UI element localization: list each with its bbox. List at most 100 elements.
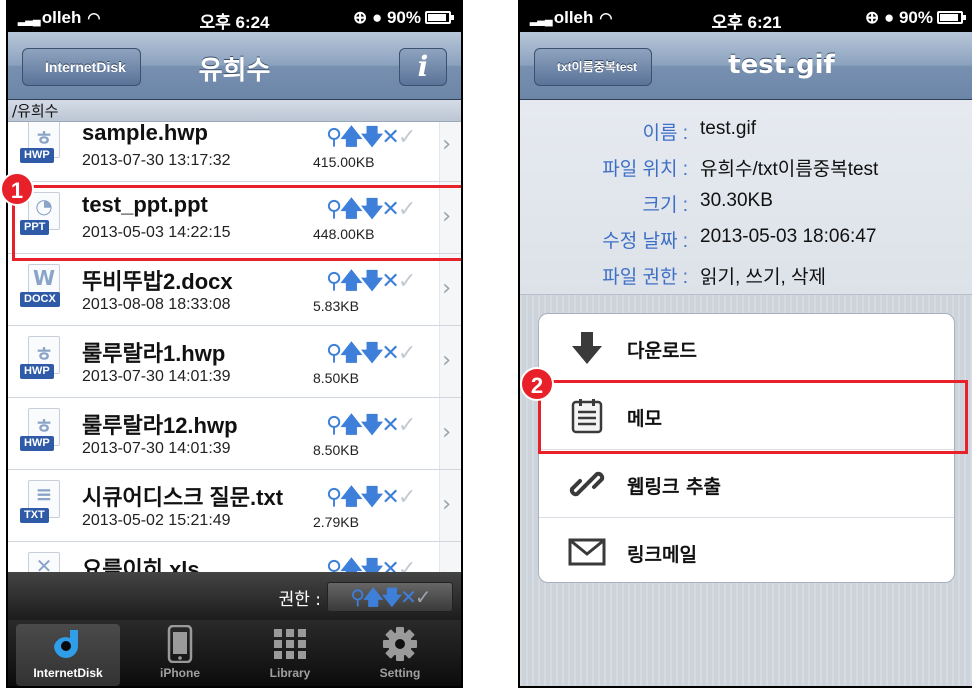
file-info-panel: 이름 : test.gif 파일 위치 : 유희수/txt이름중복test 크기 : 30… <box>520 100 972 295</box>
action-item-link[interactable]: 웹링크 추출 <box>539 450 954 518</box>
file-name: sample.hwp <box>82 122 208 145</box>
file-type-badge: HWP <box>20 148 54 163</box>
link-icon <box>567 464 607 504</box>
file-row[interactable]: ㅎ HWP 룰루랄라1.hwp 2013-07-30 14:01:39 8.50KB ⚲🡅… <box>8 326 461 398</box>
tab-label: Library <box>269 666 311 680</box>
file-permissions: ⚲🡅🡇✕✓ <box>326 264 416 302</box>
download-icon: 🡇 <box>360 341 384 366</box>
library-tab-icon <box>238 624 342 664</box>
download-icon: 🡇 <box>360 413 384 438</box>
view-icon: ⚲ <box>326 557 342 572</box>
upload-icon: 🡅 <box>340 197 363 222</box>
upload-permission-icon: 🡅 <box>363 585 384 609</box>
hwp-file-icon: ㅎ HWP <box>20 336 66 388</box>
chevron-right-icon: › <box>442 132 451 157</box>
internetdisk-tab-icon <box>16 624 120 664</box>
check-icon: ✓ <box>397 341 416 366</box>
upload-icon: 🡅 <box>340 557 363 572</box>
left-phone-screen: ▂▃▄ olleh ◠ 오후 6:24 ⊕ ● 90% InternetDisk 유… <box>6 0 463 688</box>
file-date: 2013-07-30 14:01:39 <box>82 440 231 457</box>
info-value: 읽기, 쓰기, 삭제 <box>700 267 826 288</box>
download-icon: 🡇 <box>360 125 384 150</box>
tab-iphone[interactable]: iPhone <box>128 624 232 686</box>
file-date: 2013-05-03 14:22:15 <box>82 224 231 241</box>
file-permissions: ⚲🡅🡇✕✓ <box>326 122 416 158</box>
info-key: 파일 위치 : <box>602 159 688 180</box>
file-row[interactable]: ≡ TXT 시큐어디스크 질문.txt 2013-05-02 15:21:49 2.79… <box>8 470 461 542</box>
delete-icon: ✕ <box>381 485 399 510</box>
delete-icon: ✕ <box>381 197 399 222</box>
status-right: ⊕ ● 90% <box>864 8 966 28</box>
gear-icon <box>348 624 452 664</box>
info-key: 파일 권한 : <box>602 267 688 288</box>
file-name: 요를이히.xls <box>82 557 200 572</box>
page-title: test.gif <box>728 50 835 80</box>
file-permissions: ⚲🡅🡇✕✓ <box>326 408 416 446</box>
download-permission-icon: 🡇 <box>381 585 403 609</box>
chevron-right-icon: › <box>442 420 451 445</box>
delete-icon: ✕ <box>381 413 399 438</box>
check-permission-icon: ✓ <box>414 585 432 609</box>
info-value: 유희수/txt이름중복test <box>700 159 879 180</box>
file-glyph: ≡ <box>35 482 53 506</box>
file-date: 2013-07-30 14:01:39 <box>82 368 231 385</box>
permission-label: 권한 : <box>278 590 321 610</box>
delete-icon: ✕ <box>381 341 399 366</box>
nav-bar: InternetDisk 유희수 i <box>8 32 461 100</box>
permission-indicator: ⚲🡅🡇✕✓ <box>327 582 453 612</box>
check-icon: ✓ <box>397 269 416 294</box>
file-row[interactable]: ㅎ HWP sample.hwp 2013-07-30 13:17:32 415.00K… <box>8 122 461 182</box>
info-key: 이름 : <box>642 123 688 144</box>
memo-icon <box>567 396 607 436</box>
file-name: 시큐어디스크 질문.txt <box>82 485 284 510</box>
upload-icon: 🡅 <box>340 341 363 366</box>
file-permissions: ⚲🡅🡇✕✓ <box>326 192 416 230</box>
battery-percent: 90% <box>386 8 421 27</box>
file-row[interactable]: ㅎ HWP 룰루랄라12.hwp 2013-07-30 14:01:39 8.50KB ⚲… <box>8 398 461 470</box>
hwp-file-icon: ㅎ HWP <box>20 122 66 172</box>
file-row[interactable]: ✕요를이히.xls⚲🡅🡇✕✓› <box>8 542 461 572</box>
xls-file-icon: ✕ <box>20 552 66 572</box>
file-type-badge: HWP <box>20 364 54 379</box>
chevron-right-icon: › <box>442 564 451 572</box>
chevron-right-icon: › <box>442 204 451 229</box>
info-key: 크기 : <box>642 195 688 216</box>
download-icon: 🡇 <box>360 269 384 294</box>
file-type-badge: TXT <box>20 508 49 523</box>
step-marker-2: 2 <box>520 367 554 401</box>
status-bar: ▂▃▄ olleh ◠ 오후 6:21 ⊕ ● 90% <box>520 2 972 32</box>
upload-icon: 🡅 <box>340 485 363 510</box>
action-item-memo[interactable]: 메모 <box>539 382 954 450</box>
battery-icon <box>937 11 966 24</box>
check-icon: ✓ <box>397 557 416 572</box>
tab-label: Setting <box>379 666 421 680</box>
info-row: 파일 위치 : 유희수/txt이름중복test <box>520 148 972 184</box>
chevron-right-icon: › <box>442 276 451 301</box>
docx-file-icon: W DOCX <box>20 264 66 316</box>
delete-icon: ✕ <box>381 269 399 294</box>
step-marker-1: 1 <box>0 172 34 206</box>
file-glyph: ㅎ <box>34 126 54 150</box>
action-item-download[interactable]: 다운로드 <box>539 314 954 382</box>
battery-icon <box>425 11 454 24</box>
delete-icon: ✕ <box>381 557 399 572</box>
file-glyph: ㅎ <box>34 414 54 438</box>
file-glyph: ㅎ <box>34 342 54 366</box>
file-list[interactable]: ㅎ HWP sample.hwp 2013-07-30 13:17:32 415.00K… <box>8 122 461 572</box>
info-row: 수정 날짜 : 2013-05-03 18:06:47 <box>520 220 972 256</box>
view-icon: ⚲ <box>326 413 342 438</box>
file-name: test_ppt.ppt <box>82 192 208 217</box>
file-row[interactable]: ◔ PPT test_ppt.ppt 2013-05-03 14:22:15 448.0… <box>8 182 461 254</box>
info-value: 30.30KB <box>700 190 773 211</box>
tab-internetdisk[interactable]: InternetDisk <box>16 624 120 686</box>
tab-setting[interactable]: Setting <box>348 624 452 686</box>
check-icon: ✓ <box>397 413 416 438</box>
action-item-mail[interactable]: 링크메일 <box>539 518 954 582</box>
file-row[interactable]: W DOCX 뚜비뚜밥2.docx 2013-08-08 18:33:08 5.83KB… <box>8 254 461 326</box>
file-permissions: ⚲🡅🡇✕✓ <box>326 336 416 374</box>
rotation-lock-icon: ⊕ <box>864 8 880 27</box>
permission-bar: 권한 : ⚲🡅🡇✕✓ <box>8 572 461 620</box>
info-value: 2013-05-03 18:06:47 <box>700 226 877 247</box>
tab-library[interactable]: Library <box>238 624 342 686</box>
info-button[interactable]: i <box>399 48 447 86</box>
